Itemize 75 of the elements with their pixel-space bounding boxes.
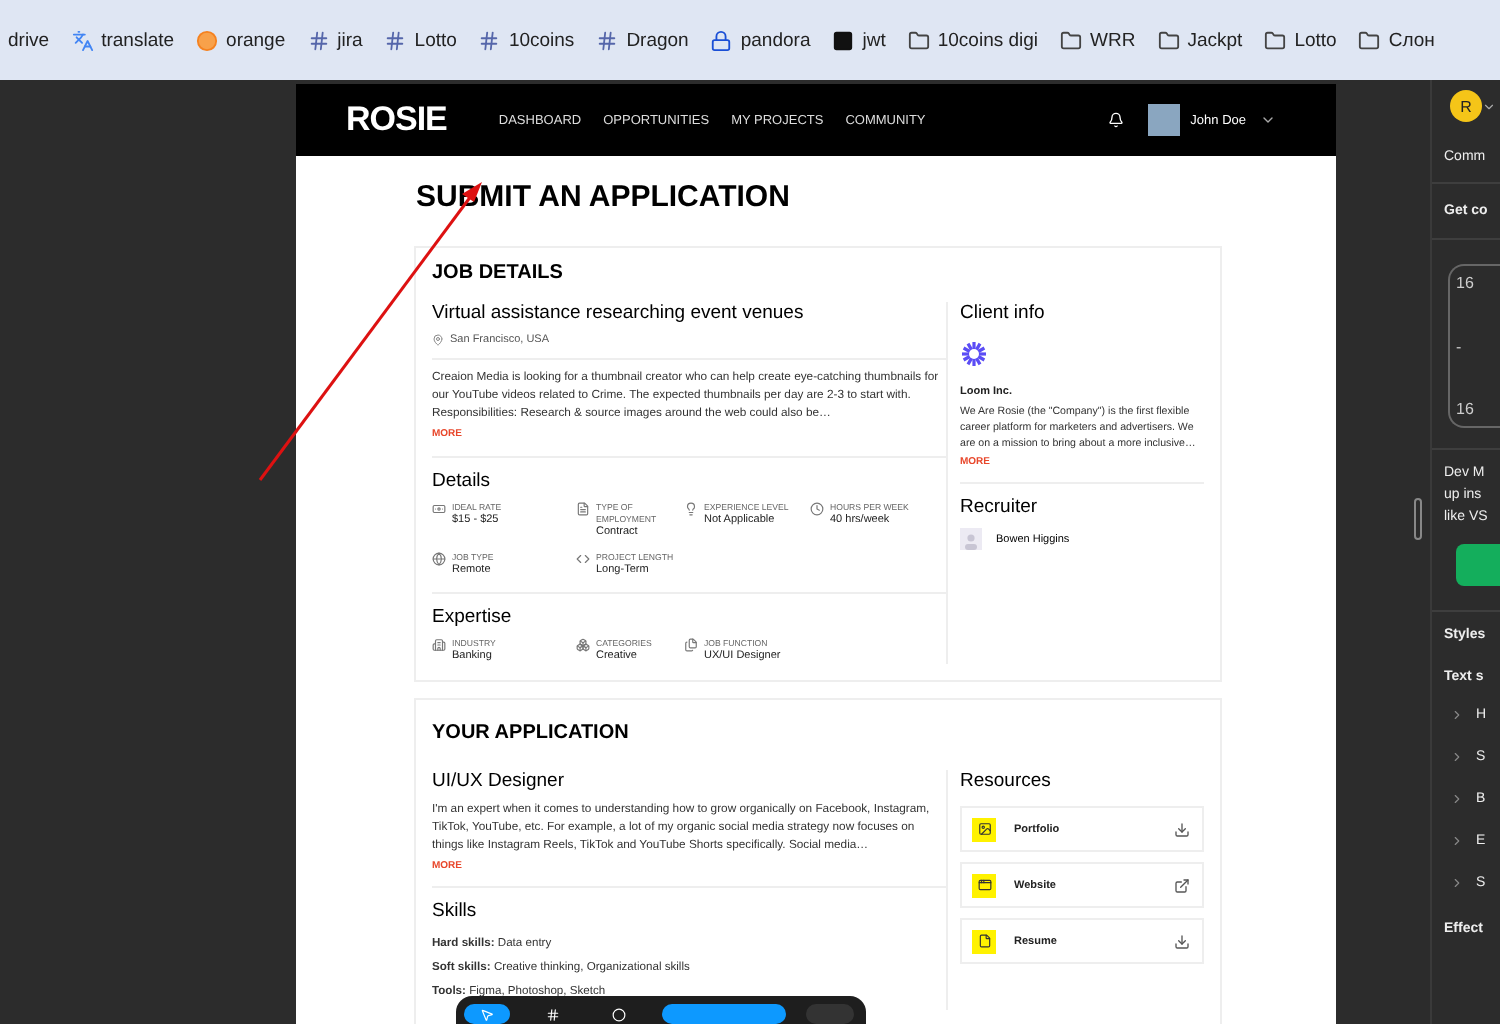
external-link-icon[interactable] [1174,877,1190,893]
section-heading: Recruiter [960,496,1040,520]
card-heading: JOB DETAILS [432,260,565,286]
chevron-down-icon[interactable] [1260,112,1276,128]
role-title: UI/UX Designer [432,770,566,794]
folder-icon [907,29,930,51]
notification-bell-icon[interactable] [1108,112,1125,128]
building-icon [432,638,446,652]
spacing-value: 16 [1456,400,1476,418]
clock-icon [810,502,824,516]
folder-icon [1060,29,1083,51]
lightbulb-icon [684,502,698,516]
folder-icon [1264,29,1287,51]
browser-window-icon [977,878,991,892]
job-title: Virtual assistance researching event venues [432,302,806,326]
bookmark-link[interactable]: Dragon [596,29,689,51]
download-icon[interactable] [1174,821,1190,837]
card-heading: YOUR APPLICATION [432,720,631,746]
avatar-photo-placeholder [1148,104,1181,136]
user-avatar[interactable]: R [1450,90,1482,122]
avatar-silhouette-icon [960,528,982,550]
folder-icon [1157,29,1180,51]
section-heading: Details [432,470,493,494]
bookmark-link[interactable]: drive [8,29,50,51]
document-icon [977,934,991,948]
banknote-icon [432,502,446,516]
section-heading: Client info [960,302,1047,326]
document-icon [576,502,590,516]
chevron-right-icon[interactable] [1450,750,1464,764]
spacing-value: - [1456,337,1464,355]
globe-icon [432,552,446,566]
bookmark-link[interactable]: Jackpt [1157,29,1243,51]
frame-icon [546,1007,560,1021]
fruit-icon [196,29,219,51]
bookmark-link[interactable]: 10coins [478,29,575,51]
chevron-down-icon[interactable] [1482,99,1496,113]
bookmark-link[interactable]: Lotto [384,29,457,51]
section-heading: Expertise [432,606,514,630]
lock-icon [710,29,733,51]
map-pin-icon [432,334,444,346]
code-icon [576,552,590,566]
app-icon [832,29,855,51]
bookmark-link[interactable]: jira [307,29,363,51]
download-icon[interactable] [1174,933,1190,949]
pointer-icon [480,1007,494,1021]
section-heading: Resources [960,770,1053,794]
image-icon [977,822,991,836]
starburst-logo-icon [960,340,988,368]
boxes-icon [576,638,590,652]
bookmark-link[interactable]: WRR [1060,29,1136,51]
translate-icon [71,29,94,51]
folder-icon [1358,29,1381,51]
site-favicon-icon [384,29,407,51]
section-heading: Skills [432,900,479,924]
bookmark-link[interactable]: orange [196,29,286,51]
toolbar-action-button[interactable] [662,1004,786,1024]
chevron-right-icon[interactable] [1450,876,1464,890]
bookmark-link[interactable]: 10coins digi [907,29,1039,51]
chevron-right-icon[interactable] [1450,834,1464,848]
site-logo[interactable]: ROSIE [346,100,447,140]
site-favicon-icon [478,29,501,51]
files-icon [684,638,698,652]
bookmark-link[interactable]: Lotto [1264,29,1337,51]
bookmark-link[interactable]: jwt [832,29,886,51]
bookmark-link[interactable]: Слон [1358,29,1435,51]
bookmark-link[interactable]: translate [71,29,175,51]
chevron-right-icon[interactable] [1450,708,1464,722]
circle-icon [612,1007,626,1021]
chevron-right-icon[interactable] [1450,792,1464,806]
bookmark-link[interactable]: pandora [710,29,811,51]
move-tool-button[interactable] [464,1004,510,1024]
resize-handle[interactable] [1414,498,1422,540]
site-favicon-icon [596,29,619,51]
spacing-value: 16 [1456,274,1476,292]
site-favicon-icon [307,29,330,51]
